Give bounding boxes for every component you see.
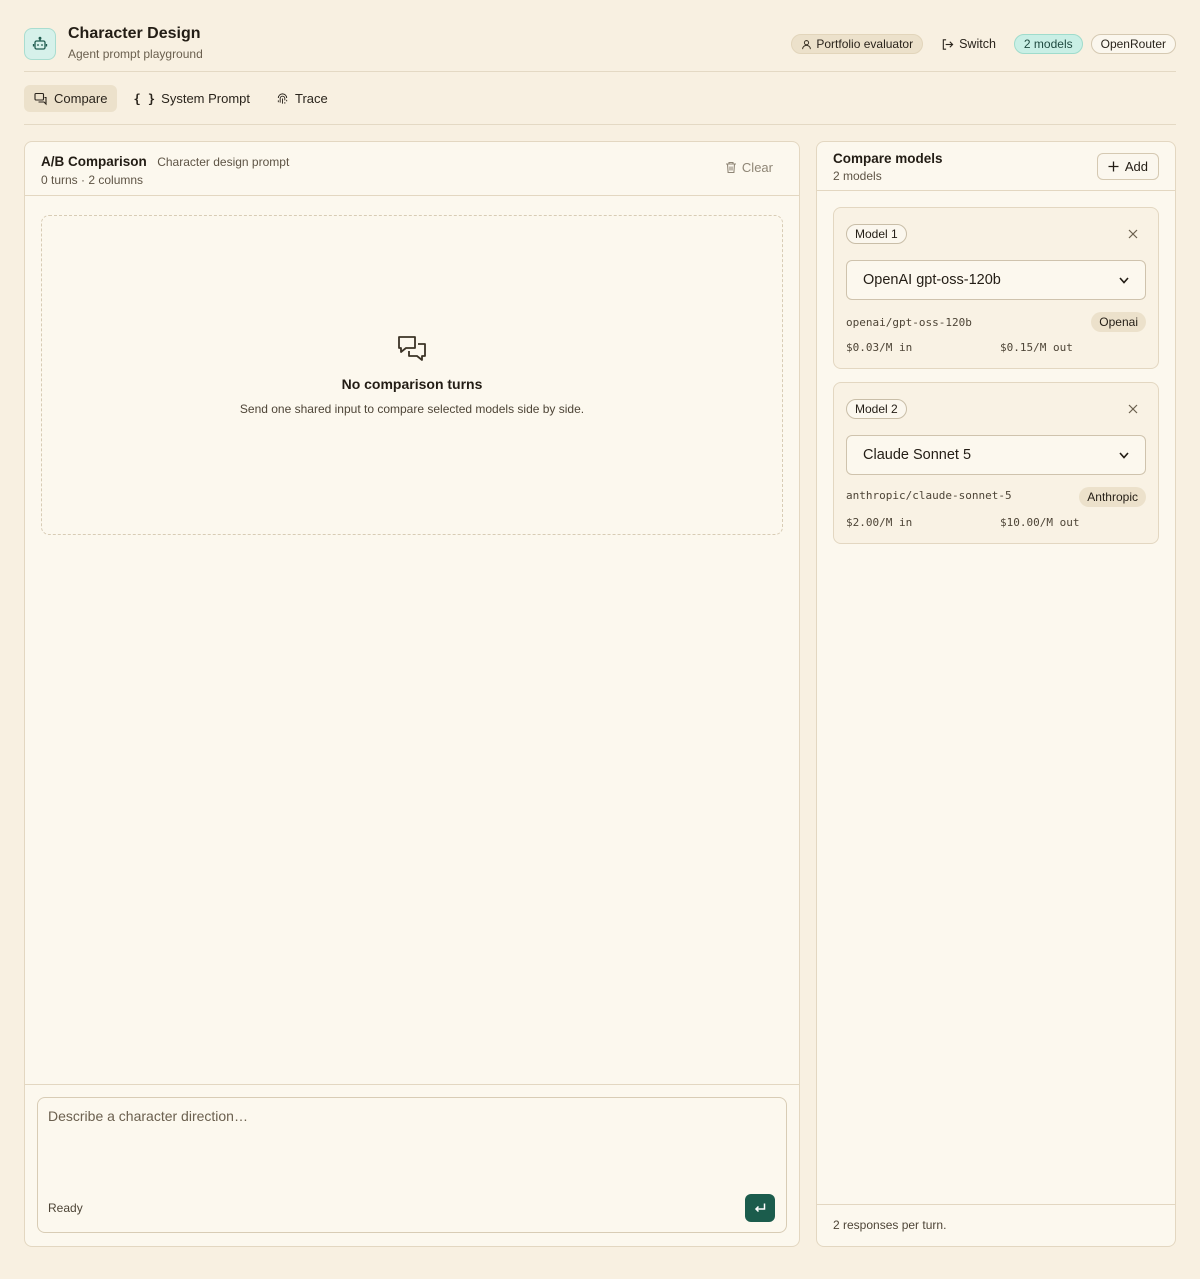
chevron-down-icon (1119, 451, 1129, 459)
model-select-value: OpenAI gpt-oss-120b (863, 272, 1001, 288)
provider-chip: Openai (1091, 312, 1146, 332)
model-card: Model 1 OpenAI gpt-oss-120b openai/gpt-o… (833, 207, 1159, 369)
model-id: openai/gpt-oss-120b (846, 316, 972, 329)
responses-footer: 2 responses per turn. (817, 1204, 1175, 1246)
comparison-title: A/B Comparison (41, 154, 147, 169)
empty-title: No comparison turns (341, 376, 483, 392)
model-select[interactable]: OpenAI gpt-oss-120b (846, 260, 1146, 300)
chat-bubbles-icon (398, 336, 426, 361)
tab-trace-label: Trace (295, 91, 328, 106)
model-badge: Model 2 (846, 399, 907, 419)
tab-compare-label: Compare (54, 91, 108, 106)
close-icon[interactable] (1126, 227, 1140, 241)
comparison-meta: 0 turns · 2 columns (41, 173, 144, 187)
tab-bar: Compare { } System Prompt Trace (24, 84, 1176, 125)
close-icon[interactable] (1126, 402, 1140, 416)
role-pill[interactable]: Portfolio evaluator (791, 34, 924, 54)
composer: Ready (37, 1097, 787, 1233)
tab-system-prompt-label: System Prompt (161, 91, 251, 106)
header-actions: Portfolio evaluator Switch 2 models Open… (791, 34, 1176, 54)
brand: Character Design Agent prompt playground (24, 24, 203, 63)
add-model-button[interactable]: Add (1096, 153, 1159, 180)
price-input: $0.03/M in (846, 341, 913, 354)
model-select-value: Claude Sonnet 5 (863, 447, 972, 463)
empty-state: No comparison turns Send one shared inpu… (41, 215, 783, 535)
clear-button[interactable]: Clear (725, 160, 773, 175)
app-title: Character Design (68, 25, 201, 42)
tab-compare[interactable]: Compare (24, 85, 118, 112)
add-model-label: Add (1124, 159, 1148, 174)
tab-system-prompt[interactable]: { } System Prompt (123, 85, 260, 112)
switch-label: Switch (959, 37, 996, 51)
plus-icon (1108, 161, 1119, 172)
compare-models-header: Compare models 2 models Add (817, 142, 1175, 191)
provider-chip: Anthropic (1079, 487, 1146, 507)
empty-description: Send one shared input to compare selecte… (239, 402, 585, 416)
role-label: Portfolio evaluator (816, 37, 914, 51)
braces-icon: { } (133, 91, 156, 106)
robot-icon (24, 28, 56, 60)
app-subtitle: Agent prompt playground (68, 47, 203, 61)
price-input: $2.00/M in (846, 516, 913, 529)
user-icon (802, 39, 812, 49)
price-output: $0.15/M out (1000, 341, 1073, 354)
model-select[interactable]: Claude Sonnet 5 (846, 435, 1146, 475)
send-button[interactable] (745, 1194, 775, 1222)
tab-trace[interactable]: Trace (266, 85, 338, 112)
models-count-pill: 2 models (1013, 34, 1083, 54)
brand-text: Character Design Agent prompt playground (68, 24, 203, 63)
fingerprint-icon (277, 93, 288, 104)
model-id: anthropic/claude-sonnet-5 (846, 489, 1012, 502)
comparison-tag: Character design prompt (157, 155, 290, 169)
comparison-header: A/B Comparison Character design prompt 0… (25, 142, 799, 196)
model-card: Model 2 Claude Sonnet 5 anthropic/claude… (833, 382, 1159, 544)
model-badge: Model 1 (846, 224, 907, 244)
composer-status: Ready (48, 1201, 83, 1215)
switch-button[interactable]: Switch (931, 34, 1006, 54)
comparison-panel: A/B Comparison Character design prompt 0… (24, 141, 800, 1247)
trash-icon (725, 161, 736, 174)
compare-models-panel: Compare models 2 models Add Model 1 Open… (816, 141, 1176, 1247)
clear-label: Clear (741, 160, 773, 175)
price-output: $10.00/M out (1000, 516, 1080, 529)
chat-icon (34, 92, 47, 105)
composer-input[interactable] (48, 1108, 776, 1168)
chevron-down-icon (1119, 276, 1129, 284)
enter-icon (754, 1203, 766, 1213)
app-header: Character Design Agent prompt playground… (24, 24, 1176, 72)
composer-area: Ready (25, 1084, 799, 1246)
provider-pill: OpenRouter (1090, 34, 1176, 54)
logout-icon (942, 38, 954, 50)
